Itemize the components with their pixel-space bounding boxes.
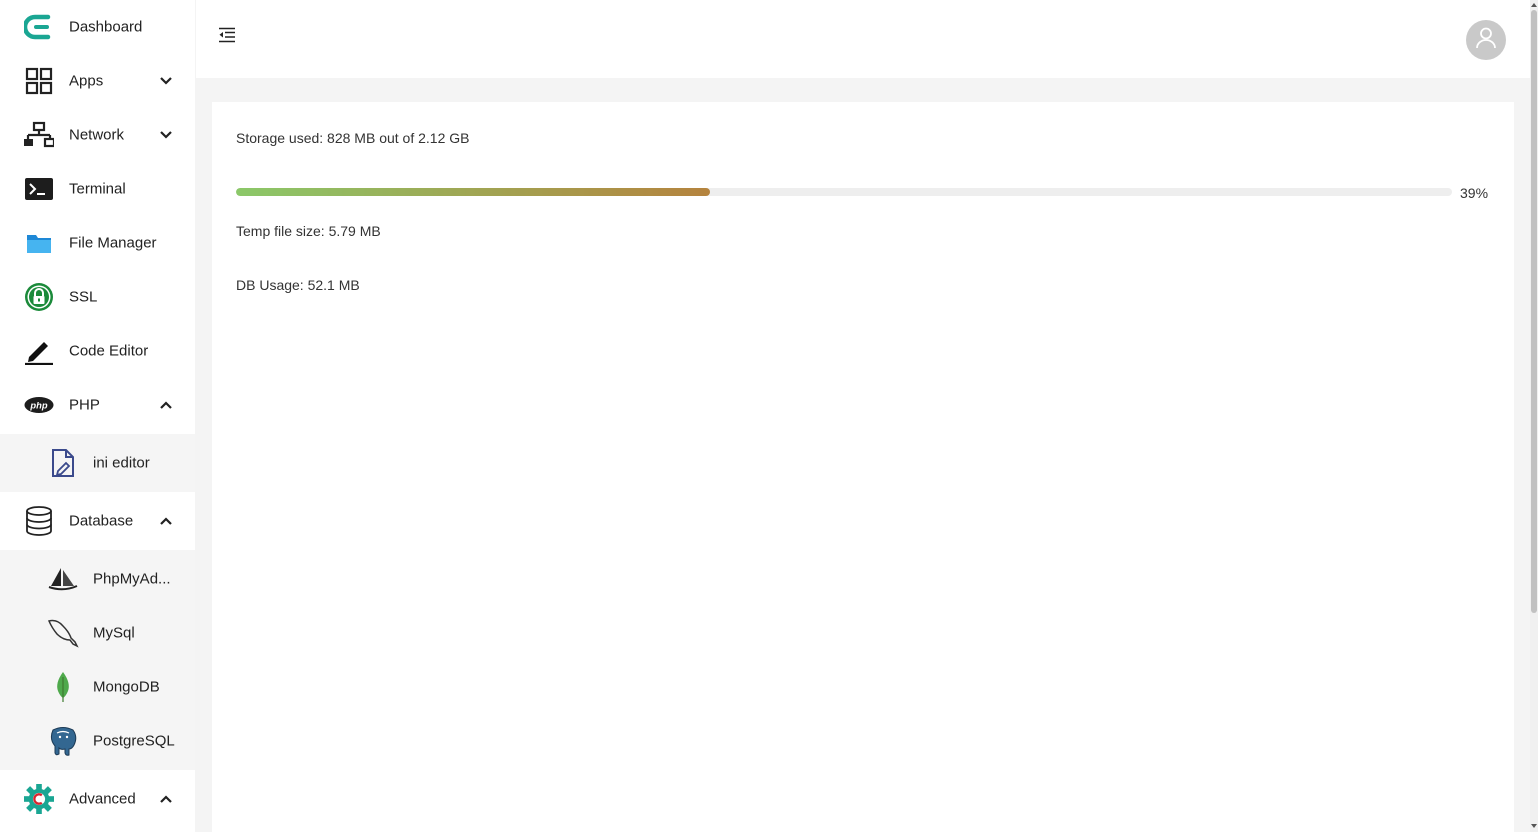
sidebar-item-dashboard[interactable]: Dashboard <box>0 0 195 54</box>
sidebar: Dashboard Apps Network Terminal File Man… <box>0 0 195 832</box>
php-submenu: ini editor <box>0 434 195 492</box>
database-submenu: PhpMyAd... MySql MongoDB PostgreSQL <box>0 550 195 770</box>
scroll-up-icon[interactable] <box>1530 1 1538 9</box>
sidebar-subitem-label: PostgreSQL <box>93 732 175 750</box>
menu-collapse-icon[interactable] <box>218 27 240 47</box>
page-scrollbar[interactable] <box>1530 0 1538 832</box>
sidebar-item-label: Apps <box>69 72 104 90</box>
chevron-up-icon[interactable] <box>159 792 173 806</box>
sidebar-subitem-ini-editor[interactable]: ini editor <box>0 436 195 490</box>
sidebar-item-label: PHP <box>69 396 100 414</box>
database-icon <box>24 506 54 536</box>
sidebar-item-apps[interactable]: Apps <box>0 54 195 108</box>
sidebar-item-code-editor[interactable]: Code Editor <box>0 324 195 378</box>
sidebar-item-label: Terminal <box>69 180 126 198</box>
storage-progress-percent: 39% <box>1460 185 1489 201</box>
storage-card: Storage used: 828 MB out of 2.12 GB 39% … <box>212 102 1514 832</box>
scrollbar-thumb[interactable] <box>1531 10 1537 613</box>
sidebar-subitem-mysql[interactable]: MySql <box>0 606 195 660</box>
top-bar <box>196 0 1530 78</box>
postgresql-elephant-icon <box>47 725 79 757</box>
avatar[interactable] <box>1466 20 1506 60</box>
user-icon <box>1476 27 1496 54</box>
db-usage-text: DB Usage: 52.1 MB <box>236 277 360 293</box>
mysql-dolphin-icon <box>47 617 79 649</box>
sidebar-item-label: Dashboard <box>69 18 143 36</box>
storage-progress-fill <box>236 188 711 196</box>
chevron-down-icon[interactable] <box>159 74 173 88</box>
sidebar-subitem-phpmyadmin[interactable]: PhpMyAd... <box>0 552 195 606</box>
sidebar-item-file-manager[interactable]: File Manager <box>0 216 195 270</box>
gear-icon <box>24 784 54 814</box>
grid-icon <box>24 66 54 96</box>
network-icon <box>24 120 54 150</box>
pen-icon <box>24 336 54 366</box>
sidebar-item-php[interactable]: php PHP <box>0 378 195 432</box>
sidebar-item-database[interactable]: Database <box>0 494 195 548</box>
sidebar-item-ssl[interactable]: SSL <box>0 270 195 324</box>
storage-used-text: Storage used: 828 MB out of 2.12 GB <box>236 130 470 146</box>
mongodb-leaf-icon <box>47 671 79 703</box>
file-edit-icon <box>47 447 79 479</box>
php-icon: php <box>24 390 54 420</box>
sidebar-subitem-mongodb[interactable]: MongoDB <box>0 660 195 714</box>
terminal-icon <box>24 174 54 204</box>
temp-file-size-text: Temp file size: 5.79 MB <box>236 223 381 239</box>
lock-icon <box>24 282 54 312</box>
brand-logo-icon <box>24 12 54 42</box>
scroll-down-icon[interactable] <box>1530 822 1538 830</box>
sidebar-item-label: SSL <box>69 288 98 306</box>
sidebar-item-label: Database <box>69 512 134 530</box>
sidebar-item-network[interactable]: Network <box>0 108 195 162</box>
sidebar-subitem-label: MongoDB <box>93 678 160 696</box>
chevron-up-icon[interactable] <box>159 514 173 528</box>
sidebar-item-terminal[interactable]: Terminal <box>0 162 195 216</box>
sidebar-item-label: Network <box>69 126 125 144</box>
sidebar-item-label: Advanced <box>69 790 136 808</box>
chevron-down-icon[interactable] <box>159 128 173 142</box>
sidebar-subitem-label: MySql <box>93 624 135 642</box>
sidebar-item-advanced[interactable]: Advanced <box>0 772 195 826</box>
sidebar-item-label: File Manager <box>69 234 157 252</box>
storage-progress-bar <box>236 188 1452 196</box>
phpmyadmin-icon <box>47 563 79 595</box>
svg-text:php: php <box>29 400 47 410</box>
sidebar-item-label: Code Editor <box>69 342 149 360</box>
folder-icon <box>24 228 54 258</box>
sidebar-subitem-label: PhpMyAd... <box>93 570 171 588</box>
sidebar-subitem-postgresql[interactable]: PostgreSQL <box>0 714 195 768</box>
sidebar-subitem-label: ini editor <box>93 454 150 472</box>
chevron-up-icon[interactable] <box>159 398 173 412</box>
